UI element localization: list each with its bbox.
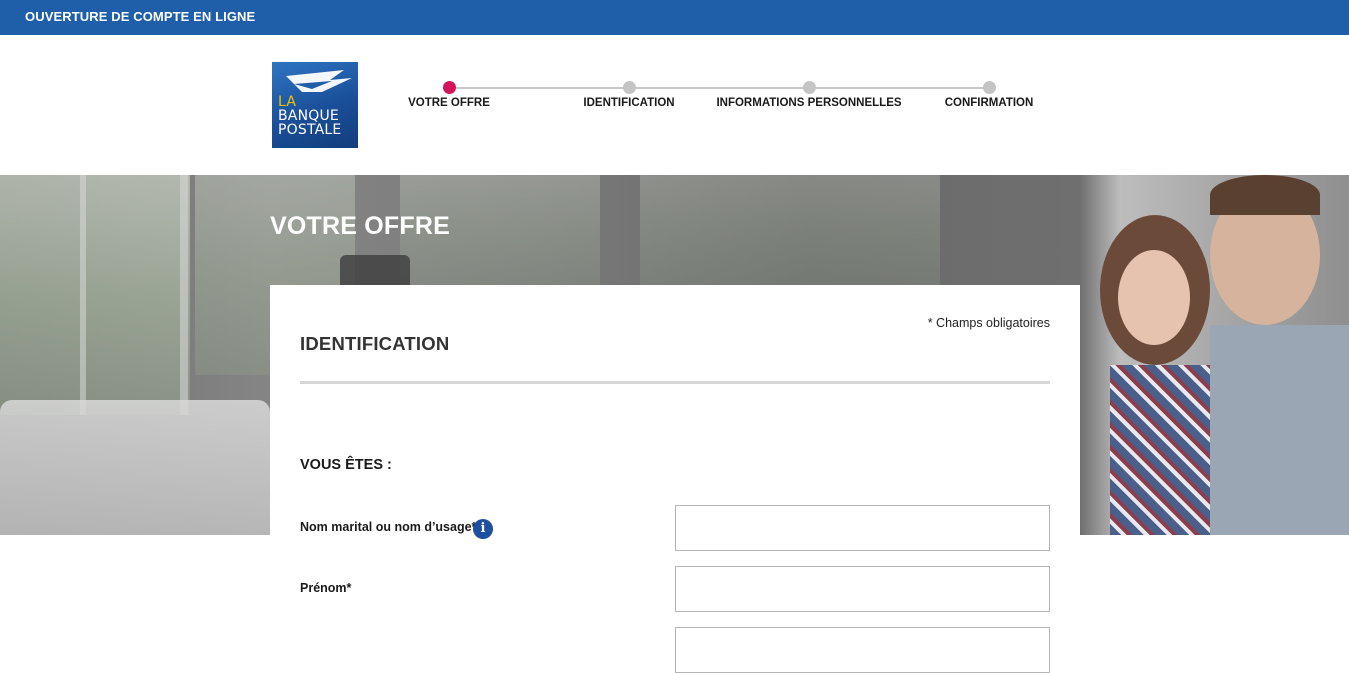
page-title: VOTRE OFFRE [270, 212, 450, 240]
hero-sofa [0, 400, 270, 535]
step-connector [636, 87, 810, 89]
prenom-input[interactable] [675, 566, 1050, 612]
hero-window-frame [180, 175, 188, 415]
step-label-identification: IDENTIFICATION [583, 97, 675, 109]
identification-form-card: * Champs obligatoires IDENTIFICATION VOU… [270, 285, 1080, 673]
step-connector [816, 87, 990, 89]
label-prenom: Prénom* [300, 581, 352, 595]
progress-stepper: VOTRE OFFRE IDENTIFICATION INFORMATIONS … [0, 35, 1349, 175]
hero-person-man-hair [1210, 175, 1320, 215]
hero-people-photo [1080, 175, 1349, 535]
step-label-votre-offre: VOTRE OFFRE [408, 97, 490, 109]
form-title: IDENTIFICATION [300, 333, 450, 354]
step-dot-votre-offre [443, 81, 456, 94]
section-title: VOUS ÊTES : [300, 457, 392, 473]
hero-person-woman-shirt [1110, 365, 1220, 535]
step-dot-identification [623, 81, 636, 94]
label-nom-marital: Nom marital ou nom d’usage* [300, 520, 477, 534]
top-bar-title: OUVERTURE DE COMPTE EN LIGNE [25, 9, 256, 24]
hero-person-man-shirt [1210, 325, 1349, 535]
next-field-input[interactable] [675, 627, 1050, 673]
top-bar: OUVERTURE DE COMPTE EN LIGNE [0, 0, 1349, 35]
step-label-confirmation: CONFIRMATION [944, 97, 1034, 109]
step-dot-confirmation [983, 81, 996, 94]
hero-window-left [0, 175, 190, 415]
hero-window-frame [80, 175, 86, 415]
step-label-informations-personnelles: INFORMATIONS PERSONNELLES [716, 97, 902, 109]
hero-window-far [640, 175, 940, 285]
step-connector [456, 87, 630, 89]
step-dot-informations-personnelles [803, 81, 816, 94]
required-fields-note: * Champs obligatoires [927, 316, 1050, 330]
header: LA BANQUE POSTALE VOTRE OFFRE IDENTIFICA… [0, 35, 1349, 175]
hero-person-woman-face [1118, 250, 1190, 345]
form-divider [300, 381, 1050, 384]
info-icon[interactable]: i [473, 519, 493, 539]
nom-marital-input[interactable] [675, 505, 1050, 551]
